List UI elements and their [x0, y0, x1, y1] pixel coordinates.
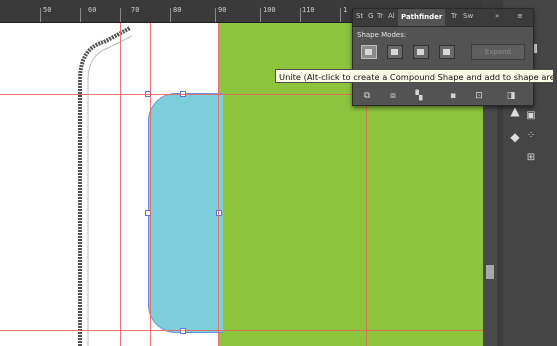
ruler-label: 110 — [302, 6, 315, 14]
ruler-tick — [340, 8, 341, 22]
scrollbar-thumb[interactable] — [486, 265, 494, 279]
intersect-icon — [417, 49, 424, 55]
minus-back-button[interactable]: ◨ — [505, 91, 517, 101]
blue-rounded-shape[interactable] — [148, 93, 223, 333]
intersect-button[interactable] — [413, 45, 429, 59]
minus-front-icon — [391, 49, 398, 55]
expand-button[interactable]: Expand — [471, 44, 525, 60]
layers-icon[interactable]: ◆ — [508, 130, 522, 144]
outline-button[interactable]: ⊡ — [473, 91, 485, 101]
unite-icon — [365, 49, 372, 55]
shape-modes-label: Shape Modes: — [357, 31, 407, 39]
exclude-button[interactable] — [439, 45, 455, 59]
ruler-tick — [120, 8, 121, 22]
tab-stroke[interactable]: St — [356, 12, 363, 20]
ruler-tick — [40, 8, 41, 22]
ruler-tick — [300, 8, 301, 22]
ruler-label: 70 — [131, 6, 140, 14]
tab-transparency[interactable]: Tr — [377, 12, 383, 20]
ruler-label: 100 — [263, 6, 276, 14]
trim-button[interactable]: ⧈ — [387, 91, 399, 101]
unite-tooltip: Unite (Alt-click to create a Compound Sh… — [275, 69, 554, 83]
ruler-label: 1 — [343, 6, 348, 14]
transform-icon[interactable]: ⊞ — [524, 152, 538, 164]
ruler-label: 60 — [88, 6, 97, 14]
ruler-label: 90 — [218, 6, 227, 14]
ruler-tick — [260, 8, 261, 22]
tab-pathfinder[interactable]: Pathfinder — [398, 9, 446, 26]
guide-vertical[interactable] — [218, 23, 219, 346]
ruler-label: 50 — [43, 6, 52, 14]
panel-options-icon[interactable]: ≡ — [517, 12, 523, 20]
panel-tab-bar: St G Tr Al Pathfinder Tr Sw » ≡ — [353, 9, 533, 27]
align-icon[interactable]: ⁘ — [524, 130, 538, 142]
guide-vertical[interactable] — [120, 23, 121, 346]
ruler-label: 80 — [173, 6, 182, 14]
ruler-tick — [170, 8, 171, 22]
guide-vertical[interactable] — [150, 23, 151, 346]
pathfinder-panel: St G Tr Al Pathfinder Tr Sw » ≡ Shape Mo… — [352, 8, 534, 106]
panel-menu-expand-icon[interactable]: » — [495, 12, 499, 20]
divide-button[interactable]: ⧉ — [361, 91, 373, 101]
unite-button[interactable] — [361, 45, 377, 59]
tab-gradient[interactable]: G — [368, 12, 373, 20]
tab-align[interactable]: Al — [388, 12, 395, 20]
merge-button[interactable]: ▚ — [413, 91, 425, 101]
anchor-point[interactable] — [180, 328, 186, 334]
symbols-icon[interactable]: ▲ — [508, 104, 522, 118]
ruler-tick — [80, 8, 81, 22]
pathfinder-panel-icon[interactable]: ▣ — [524, 110, 538, 122]
exclude-icon — [443, 49, 450, 55]
anchor-point[interactable] — [216, 210, 222, 216]
crop-button[interactable]: ▪ — [447, 91, 459, 101]
tab-transform[interactable]: Tr — [451, 12, 457, 20]
guide-horizontal[interactable] — [0, 330, 483, 331]
ruler-tick — [215, 8, 216, 22]
vertical-scrollbar[interactable] — [483, 90, 497, 346]
minus-front-button[interactable] — [387, 45, 403, 59]
tab-swatches[interactable]: Sw — [463, 12, 473, 20]
